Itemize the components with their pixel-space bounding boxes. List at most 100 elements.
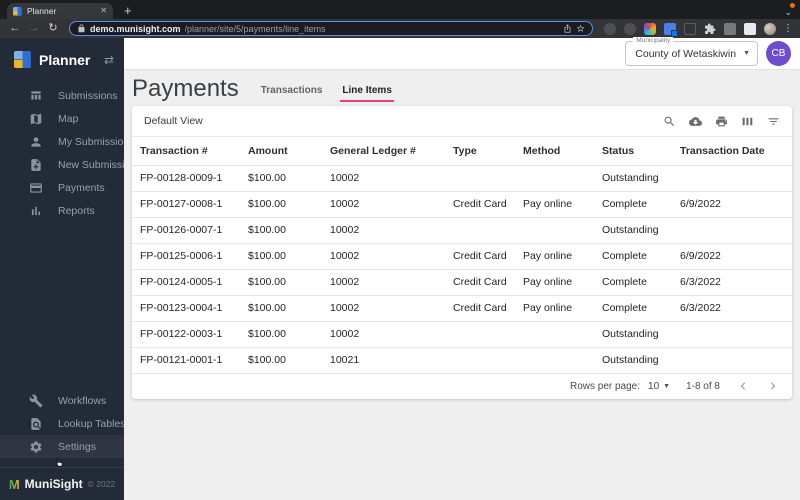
favicon xyxy=(13,6,22,16)
sidebar-collapse-icon[interactable]: ⇄ xyxy=(104,53,114,67)
chevron-down-icon: ▼ xyxy=(663,382,671,390)
table-cell: FP-00128-0009-1 xyxy=(132,165,240,192)
table-cell xyxy=(672,347,792,374)
browser-profile-avatar[interactable] xyxy=(763,22,776,35)
table-row[interactable]: FP-00127-0008-1 $100.00 10002 Credit Card Pa… xyxy=(132,191,792,218)
table-cell: Complete xyxy=(594,243,672,270)
copyright: © 2022 xyxy=(87,479,116,489)
extension-icon-3[interactable] xyxy=(723,22,736,35)
table-cell: 10002 xyxy=(322,321,445,348)
table-cell xyxy=(672,165,792,192)
print-icon[interactable] xyxy=(715,115,728,128)
gear-icon xyxy=(29,440,43,454)
table-cell xyxy=(445,347,515,374)
next-page-icon[interactable] xyxy=(766,379,780,393)
table-row[interactable]: FP-00126-0007-1 $100.00 10002 Outstanding xyxy=(132,217,792,244)
filter-icon[interactable] xyxy=(767,115,780,128)
sidebar-item-label: Settings xyxy=(58,440,96,453)
table-cell: 10002 xyxy=(322,191,445,218)
table-cell: 6/3/2022 xyxy=(672,269,792,296)
sidebar-item-label: My Submissions xyxy=(58,135,135,148)
rows-per-page-select[interactable]: 10 ▼ xyxy=(648,381,670,392)
tab-title: Planner xyxy=(27,6,57,16)
browser-menu-icon[interactable]: ⋮ xyxy=(783,23,793,34)
column-header-general-ledger[interactable]: General Ledger # xyxy=(322,137,445,166)
extension-icon-badged[interactable] xyxy=(663,22,678,37)
column-header-type[interactable]: Type xyxy=(445,137,515,166)
chevron-down-icon[interactable]: ⌄ xyxy=(784,7,792,18)
table-row[interactable]: FP-00122-0003-1 $100.00 10002 Outstanding xyxy=(132,321,792,348)
browser-tab[interactable]: Planner ✕ xyxy=(7,3,113,19)
share-icon[interactable] xyxy=(563,24,572,33)
table-cell: $100.00 xyxy=(240,165,322,192)
table-cell xyxy=(515,165,594,192)
table-cell xyxy=(445,321,515,348)
table-cell: $100.00 xyxy=(240,243,322,270)
extension-icon-2[interactable] xyxy=(623,22,636,35)
url-bar[interactable]: demo.munisight.com /planner/site/5/payme… xyxy=(69,21,593,36)
table-cell: FP-00127-0008-1 xyxy=(132,191,240,218)
table-cell: $100.00 xyxy=(240,347,322,374)
map-icon xyxy=(29,112,43,126)
table-cell xyxy=(515,321,594,348)
column-header-method[interactable]: Method xyxy=(515,137,594,166)
table-cell: 6/9/2022 xyxy=(672,243,792,270)
extensions-puzzle-icon[interactable] xyxy=(704,23,716,35)
table-cell: 10002 xyxy=(322,295,445,322)
pagination: Rows per page: 10 ▼ 1-8 of 8 xyxy=(132,374,792,399)
column-header-transaction[interactable]: Transaction # xyxy=(132,137,240,166)
sidebar-item-lookup-tables[interactable]: Lookup Tables xyxy=(0,412,126,435)
table-row[interactable]: FP-00123-0004-1 $100.00 10002 Credit Card Pa… xyxy=(132,295,792,322)
sidebar-item-reports[interactable]: Reports xyxy=(0,199,124,222)
table-cell: $100.00 xyxy=(240,321,322,348)
sidebar-item-settings[interactable]: Settings xyxy=(0,435,124,458)
table-cell xyxy=(445,165,515,192)
table-cell: Credit Card xyxy=(445,269,515,296)
url-host: demo.munisight.com xyxy=(90,23,181,34)
tab-line-items[interactable]: Line Items xyxy=(340,85,394,102)
table-cell xyxy=(515,347,594,374)
reload-icon[interactable]: ↻ xyxy=(45,23,61,34)
previous-page-icon[interactable] xyxy=(736,379,750,393)
extension-icon-colorwheel[interactable] xyxy=(643,22,656,35)
cloud-download-icon[interactable] xyxy=(689,115,702,128)
tab-transactions[interactable]: Transactions xyxy=(259,85,325,102)
columns-icon[interactable] xyxy=(741,115,754,128)
side-panel-icon[interactable] xyxy=(743,22,756,35)
user-avatar[interactable]: CB xyxy=(766,41,791,66)
rows-per-page-value: 10 xyxy=(648,380,660,392)
municipality-value: County of Wetaskiwin xyxy=(635,47,737,60)
extension-icon-1[interactable] xyxy=(603,22,616,35)
wrench-icon xyxy=(29,394,43,408)
search-icon[interactable] xyxy=(663,115,676,128)
bookmark-star-icon[interactable] xyxy=(576,24,585,33)
extension-icon-dim[interactable] xyxy=(683,22,696,35)
sidebar-item-my-submissions[interactable]: My Submissions xyxy=(0,130,134,153)
table-row[interactable]: FP-00121-0001-1 $100.00 10021 Outstanding xyxy=(132,347,792,374)
table-cell: FP-00123-0004-1 xyxy=(132,295,240,322)
tab-close-icon[interactable]: ✕ xyxy=(100,7,107,15)
line-items-table: Transaction # Amount General Ledger # Type M… xyxy=(132,137,792,374)
table-cell: Complete xyxy=(594,295,672,322)
sidebar-item-new-submission[interactable]: New Submission xyxy=(0,153,136,176)
table-row[interactable]: FP-00124-0005-1 $100.00 10002 Credit Card Pa… xyxy=(132,269,792,296)
sidebar-item-label: Payments xyxy=(58,181,105,194)
column-header-amount[interactable]: Amount xyxy=(240,137,322,166)
table-row[interactable]: FP-00125-0006-1 $100.00 10002 Credit Card Pa… xyxy=(132,243,792,270)
column-header-transaction-date[interactable]: Transaction Date xyxy=(672,137,792,166)
sidebar-item-submissions[interactable]: Submissions xyxy=(0,84,124,107)
table-cell: Complete xyxy=(594,191,672,218)
sidebar-item-workflows[interactable]: Workflows xyxy=(0,389,124,412)
new-tab-button[interactable]: + xyxy=(124,3,132,19)
municipality-select[interactable]: Municipality County of Wetaskiwin ▼ xyxy=(625,37,758,66)
table-row[interactable]: FP-00128-0009-1 $100.00 10002 Outstanding xyxy=(132,165,792,192)
browser-toolbar: ← → ↻ demo.munisight.com /planner/site/5… xyxy=(0,19,800,38)
table-cell: $100.00 xyxy=(240,269,322,296)
view-selector[interactable]: Default View xyxy=(144,115,203,127)
forward-icon[interactable]: → xyxy=(26,23,42,34)
sidebar-item-map[interactable]: Map xyxy=(0,107,124,130)
sidebar-item-payments[interactable]: Payments xyxy=(0,176,124,199)
chevron-down-icon: ▼ xyxy=(743,50,750,57)
back-icon[interactable]: ← xyxy=(7,23,23,34)
column-header-status[interactable]: Status xyxy=(594,137,672,166)
